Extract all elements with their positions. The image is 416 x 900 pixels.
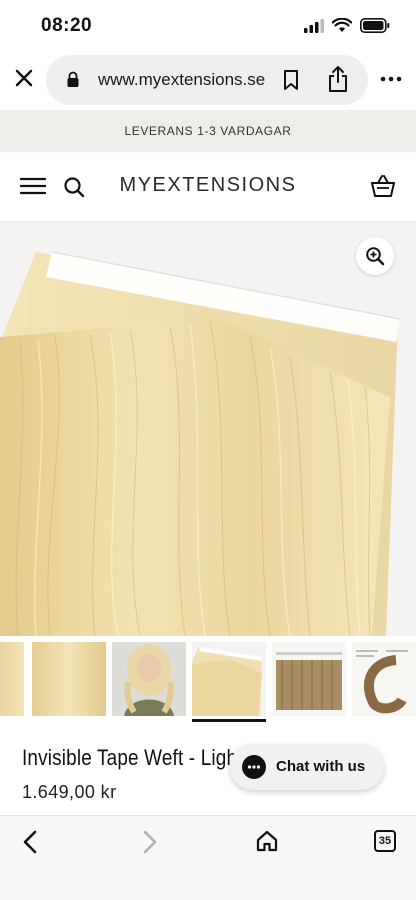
zoom-in-icon xyxy=(366,247,385,266)
zoom-button[interactable] xyxy=(356,237,394,275)
thumbnail-4[interactable] xyxy=(192,642,266,716)
site-header: MYEXTENSIONS xyxy=(0,152,416,222)
chat-bubble-icon xyxy=(242,755,266,779)
browser-bar: www.myextensions.se xyxy=(0,52,416,108)
more-icon[interactable] xyxy=(380,76,402,82)
thumbnail-6[interactable] xyxy=(352,642,416,716)
thumbnail-5[interactable] xyxy=(272,642,346,716)
thumbnail-1[interactable] xyxy=(0,642,24,716)
hair-weft-image xyxy=(0,251,401,636)
site-logo[interactable]: MYEXTENSIONS xyxy=(0,174,416,197)
product-title: Invisible Tape Weft - Light xyxy=(22,745,243,770)
url-text: www.myextensions.se xyxy=(98,70,266,89)
thumbnail-3[interactable] xyxy=(112,642,186,716)
chat-button[interactable]: Chat with us xyxy=(230,744,384,790)
home-icon[interactable] xyxy=(255,829,279,853)
status-time: 08:20 xyxy=(41,15,93,36)
cellular-signal-icon xyxy=(304,18,324,33)
clip-thumbnail xyxy=(356,650,408,714)
status-icons xyxy=(304,18,390,33)
announcement-bar: LEVERANS 1-3 VARDAGAR xyxy=(0,110,416,152)
close-icon[interactable] xyxy=(12,66,36,90)
tab-count: 35 xyxy=(378,835,392,847)
wifi-icon xyxy=(332,18,352,32)
forward-icon[interactable] xyxy=(138,829,160,855)
back-icon[interactable] xyxy=(20,829,42,855)
product-image[interactable] xyxy=(0,222,416,636)
bookmark-icon[interactable] xyxy=(282,69,300,91)
status-bar: 08:20 xyxy=(0,0,416,52)
battery-icon xyxy=(360,18,390,33)
browser-toolbar: 35 xyxy=(0,815,416,900)
product-price: 1.649,00 kr xyxy=(22,782,117,802)
announcement-text: LEVERANS 1-3 VARDAGAR xyxy=(124,124,292,138)
weft-thumbnail xyxy=(192,647,262,716)
cart-icon[interactable] xyxy=(370,174,396,198)
thumbnail-2[interactable] xyxy=(32,642,106,716)
lock-icon xyxy=(67,71,79,87)
active-thumbnail-indicator xyxy=(192,719,266,722)
chat-label: Chat with us xyxy=(276,758,366,775)
share-icon[interactable] xyxy=(326,65,350,93)
thumbnail-strip xyxy=(0,640,416,724)
model-photo xyxy=(112,642,186,716)
address-bar[interactable]: www.myextensions.se xyxy=(46,55,368,105)
tabs-button[interactable]: 35 xyxy=(374,830,396,852)
color-chart-thumbnail xyxy=(276,652,342,710)
